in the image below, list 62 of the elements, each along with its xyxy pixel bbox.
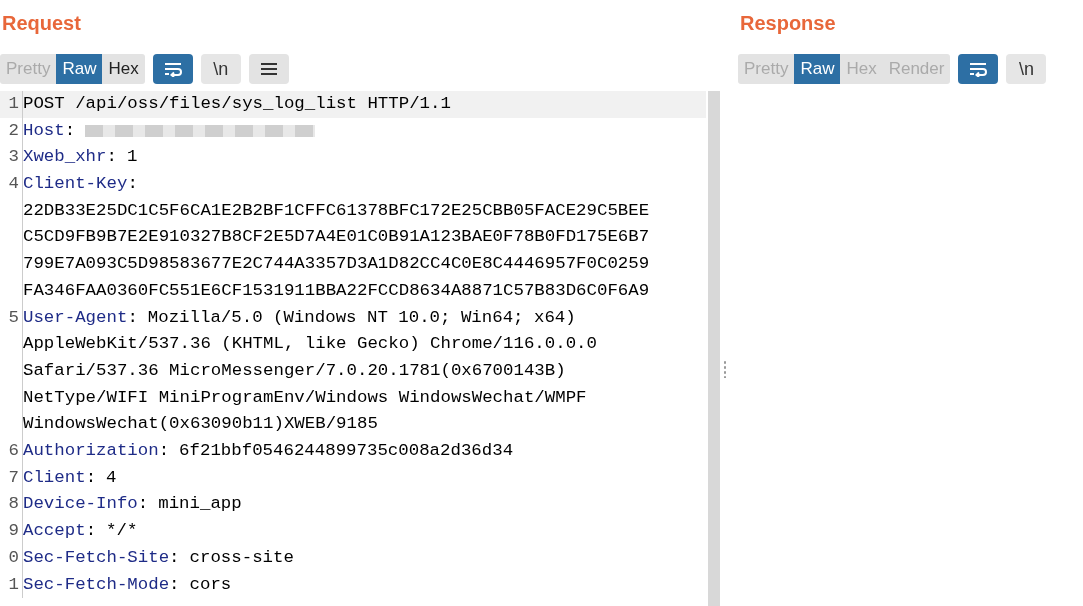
colon: : bbox=[127, 306, 138, 329]
header-name: Accept bbox=[23, 520, 86, 543]
colon: : bbox=[106, 146, 117, 169]
request-line: POST /api/oss/files/sys_log_list HTTP/1.1 bbox=[23, 93, 451, 115]
line-number: 7 bbox=[0, 464, 23, 492]
line-number: 6 bbox=[0, 438, 23, 465]
header-value: 1 bbox=[126, 146, 138, 169]
header-value: mini_app bbox=[158, 493, 242, 516]
line-number: 8 bbox=[0, 491, 23, 519]
panel-title: Request bbox=[2, 12, 82, 36]
wrap-icon bbox=[162, 61, 183, 77]
menu-button[interactable] bbox=[248, 54, 289, 84]
header-name: Authorization bbox=[23, 440, 159, 462]
header-value: AppleWebKit/537.36 (KHTML, like Gecko) Chrome/116.0.0.0 bbox=[23, 333, 597, 356]
header-value: 4 bbox=[106, 466, 117, 489]
header-value: cors bbox=[189, 573, 232, 596]
line-number: 1 bbox=[0, 571, 23, 599]
line-number: 2 bbox=[0, 117, 23, 145]
menu-icon bbox=[259, 62, 278, 76]
line-number: 0 bbox=[0, 544, 23, 572]
colon: : bbox=[85, 520, 97, 543]
header-name: Sec-Fetch-Mode bbox=[23, 573, 170, 596]
header-value: FA346FAA0360FC551E6CF1531911BBA22FCCD8634A8871C57B83D6C0F6A9 bbox=[23, 279, 650, 302]
colon: : bbox=[127, 173, 138, 196]
header-value: 799E7A093C5D98583677E2C744A3357D3A1D82CC4C0E8C4446957F0C0259 bbox=[23, 253, 650, 276]
header-value: cross-site bbox=[189, 546, 294, 569]
header-value: NetType/WIFI MiniProgramEnv/Windows WindowsWechat/WMPF bbox=[23, 386, 587, 409]
scrollbar[interactable] bbox=[708, 91, 720, 606]
wrap-toggle-button[interactable] bbox=[958, 54, 999, 84]
header-name: User-Agent bbox=[23, 306, 128, 329]
header-value: 6f21bbf0546244899735c008a2d36d34 bbox=[179, 440, 514, 462]
colon: : bbox=[158, 440, 170, 462]
newline-toggle-button[interactable]: \n bbox=[200, 54, 241, 84]
line-number: 4 bbox=[0, 171, 23, 305]
header-value: Safari/537.36 MicroMessenger/7.0.20.1781(0x6700143B) bbox=[23, 359, 566, 382]
line-number: 5 bbox=[0, 304, 23, 438]
line-number: 3 bbox=[0, 144, 23, 172]
line-number: 9 bbox=[0, 518, 23, 545]
wrap-icon bbox=[968, 61, 989, 77]
header-value: */* bbox=[106, 520, 138, 543]
colon: : bbox=[169, 546, 180, 569]
colon: : bbox=[64, 119, 76, 142]
header-name: Sec-Fetch-Site bbox=[23, 546, 170, 569]
colon: : bbox=[137, 493, 149, 516]
view-tab[interactable]: Hex bbox=[102, 54, 145, 84]
header-name: Client-Key bbox=[23, 173, 128, 196]
header-value: C5CD9FB9B7E2E910327B8CF2E5D7A4E01C0B91A123BAE0F78B0FD175E6B7 bbox=[23, 226, 650, 249]
panel-title: Response bbox=[740, 12, 837, 36]
header-value: 22DB33E25DC1C5F6CA1E2B2BF1CFFC61378BFC172E25CBB05FACE29C5BEE bbox=[23, 199, 650, 222]
view-tab[interactable]: Raw bbox=[56, 54, 103, 84]
header-name: Client bbox=[23, 466, 86, 489]
view-tab[interactable]: Raw bbox=[794, 54, 841, 84]
colon: : bbox=[169, 573, 180, 596]
header-value: WindowsWechat(0x63090b11)XWEB/9185 bbox=[23, 413, 378, 436]
header-name: Device-Info bbox=[23, 493, 138, 516]
wrap-toggle-button[interactable] bbox=[152, 54, 193, 84]
newline-toggle-button[interactable]: \n bbox=[1006, 54, 1047, 84]
colon: : bbox=[85, 466, 97, 489]
header-name: Host bbox=[23, 119, 65, 142]
header-name: Xweb_xhr bbox=[23, 146, 107, 169]
header-value: Mozilla/5.0 (Windows NT 10.0; Win64; x64) bbox=[147, 306, 576, 329]
line-number: 1 bbox=[0, 91, 23, 118]
